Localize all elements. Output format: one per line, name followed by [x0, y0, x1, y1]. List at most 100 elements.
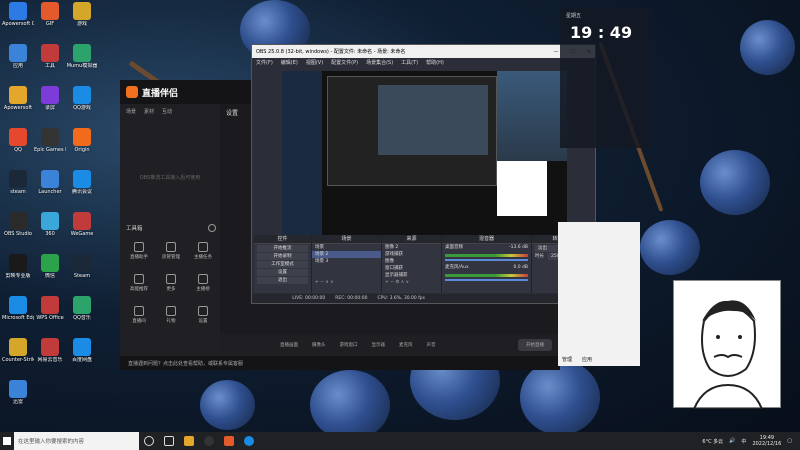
chat-footer-item[interactable]: 管理: [562, 356, 572, 363]
wallpaper-berry: [740, 20, 795, 75]
source-item[interactable]: 游戏捕获: [382, 251, 441, 258]
companion-bottom-button[interactable]: 摄像头: [312, 342, 326, 348]
scene-item[interactable]: 场景 3: [312, 258, 381, 265]
source-item[interactable]: 图像: [382, 258, 441, 265]
start-live-button[interactable]: 开始直播: [518, 339, 552, 351]
companion-tab[interactable]: 素材: [144, 108, 154, 115]
desktop-icon-label: Steam: [73, 273, 91, 279]
companion-tool[interactable]: 礼物: [158, 306, 184, 324]
obs-menu-item[interactable]: 帮助(H): [426, 59, 444, 67]
obs-menu-item[interactable]: 文件(F): [256, 59, 273, 67]
desktop-icon[interactable]: QQ: [2, 128, 34, 153]
companion-sidebar: 场景 素材 互动 OBS推流工具接入后可使用 工具箱 直播助手 房管管理 主播任务高…: [120, 104, 220, 356]
desktop-icon[interactable]: Microsoft Edge: [2, 296, 34, 321]
app-icon: [73, 254, 91, 272]
chat-footer-item[interactable]: 应用: [582, 356, 592, 363]
start-streaming-button[interactable]: 开始推流: [257, 245, 308, 252]
start-recording-button[interactable]: 开始录制: [257, 253, 308, 260]
source-item[interactable]: 窗口捕获: [382, 265, 441, 272]
companion-tool[interactable]: 更多: [158, 274, 184, 292]
task-view-icon[interactable]: [164, 436, 174, 446]
exit-button[interactable]: 退出: [257, 277, 308, 284]
companion-tool[interactable]: 房管管理: [158, 242, 184, 260]
minimize-icon[interactable]: —: [553, 49, 558, 55]
desktop-icon[interactable]: Mumu模拟器: [66, 44, 98, 69]
desktop-icon[interactable]: 网易云音乐: [34, 338, 66, 363]
companion-tool[interactable]: 直播助手: [126, 242, 152, 260]
obs-menu-item[interactable]: 配置文件(P): [331, 59, 358, 67]
scene-add-remove-icons[interactable]: + − ∧ ∨: [312, 279, 381, 286]
companion-tab[interactable]: 场景: [126, 108, 136, 115]
app-icon: [9, 2, 27, 20]
source-item[interactable]: 显示器捕获: [382, 272, 441, 279]
desktop-icon[interactable]: Origin: [66, 128, 98, 153]
desktop-icon[interactable]: QQ音乐: [66, 296, 98, 321]
tool-label: 房管管理: [162, 255, 180, 260]
obs-menu-item[interactable]: 工具(T): [401, 59, 418, 67]
companion-tool[interactable]: 高能推荐: [126, 274, 152, 292]
taskbar-search-box[interactable]: 在这里输入你要搜索的内容: [14, 432, 139, 450]
obs-menu-item[interactable]: 视图(V): [306, 59, 323, 67]
desktop-icon[interactable]: 应用: [2, 44, 34, 69]
obs-taskbar-icon[interactable]: [204, 436, 214, 446]
desktop-icon[interactable]: WPS Office: [34, 296, 66, 321]
desktop-icon[interactable]: QQ游戏: [66, 86, 98, 111]
companion-bottom-button[interactable]: 直播画面: [280, 342, 298, 348]
desktop-icon[interactable]: Steam: [66, 254, 98, 279]
app-icon: [41, 2, 59, 20]
source-add-remove-icons[interactable]: + − ⚙ ∧ ∨: [382, 279, 441, 286]
tool-icon: [166, 242, 176, 252]
companion-bottom-button[interactable]: 游戏窗口: [340, 342, 358, 348]
desktop-icon[interactable]: 工具: [34, 44, 66, 69]
desktop-icon[interactable]: 游戏: [66, 2, 98, 27]
cortana-icon[interactable]: [144, 436, 154, 446]
file-explorer-icon[interactable]: [184, 436, 194, 446]
settings-button[interactable]: 设置: [257, 269, 308, 276]
companion-tool[interactable]: 主播榜: [190, 274, 216, 292]
desktop-icon[interactable]: 腾讯会议: [66, 170, 98, 195]
desktop-icon[interactable]: Epic Games Launcher: [34, 128, 66, 153]
volume-slider[interactable]: [445, 259, 528, 261]
companion-bottom-button[interactable]: 声音: [427, 342, 436, 348]
companion-taskbar-icon[interactable]: [224, 436, 234, 446]
obs-menu-item[interactable]: 编辑(E): [281, 59, 298, 67]
input-language[interactable]: 中: [741, 438, 746, 445]
companion-toolbox-heading: 工具箱: [126, 226, 143, 232]
companion-tool[interactable]: 直播间: [126, 306, 152, 324]
companion-tool[interactable]: 设置: [190, 306, 216, 324]
desktop-icon[interactable]: 微信: [34, 254, 66, 279]
taskbar-clock[interactable]: 19:49 2022/12/16: [752, 435, 781, 447]
studio-mode-button[interactable]: 工作室模式: [257, 261, 308, 268]
scene-item[interactable]: 场景 2: [312, 251, 381, 258]
volume-slider[interactable]: [445, 279, 528, 281]
desktop-icon[interactable]: Apowersoft GIF: [2, 2, 34, 27]
preview-nested-screen: [378, 85, 488, 155]
desktop-icon[interactable]: OBS Studio: [2, 212, 34, 237]
wallpaper-berry: [200, 380, 255, 430]
desktop-icon[interactable]: WeGame: [66, 212, 98, 237]
obs-menu-item[interactable]: 场景集合(S): [366, 59, 393, 67]
desktop-icon-label: 网易云音乐: [37, 357, 63, 363]
companion-bottom-button[interactable]: 显示器: [372, 342, 386, 348]
notification-icon[interactable]: ▢: [787, 438, 792, 444]
desktop-icon[interactable]: 剪映专业版: [2, 254, 34, 279]
desktop-icon[interactable]: 360: [34, 212, 66, 237]
volume-icon[interactable]: 🔊: [729, 438, 735, 444]
toolbox-close-icon[interactable]: [208, 224, 216, 232]
desktop-icon[interactable]: Launcher: [34, 170, 66, 195]
desktop-icon[interactable]: Counter-Strike: Global Offensive: [2, 338, 34, 363]
companion-bottom-button[interactable]: 麦克风: [399, 342, 413, 348]
desktop-icon[interactable]: steam: [2, 170, 34, 195]
companion-tab[interactable]: 互动: [162, 108, 172, 115]
desktop-icon[interactable]: 录屏: [34, 86, 66, 111]
desktop-icon[interactable]: Apowersoft: [2, 86, 34, 111]
desktop-icon[interactable]: GIF: [34, 2, 66, 27]
scene-item[interactable]: 场景: [312, 244, 381, 251]
desktop-icon[interactable]: 百度网盘: [66, 338, 98, 363]
companion-tool[interactable]: 主播任务: [190, 242, 216, 260]
windows-start-icon[interactable]: [0, 432, 14, 450]
browser-taskbar-icon[interactable]: [244, 436, 254, 446]
weather-widget[interactable]: 6°C 多云: [702, 438, 723, 445]
desktop-icon[interactable]: 迅雷: [2, 380, 34, 405]
source-item[interactable]: 图像 2: [382, 244, 441, 251]
